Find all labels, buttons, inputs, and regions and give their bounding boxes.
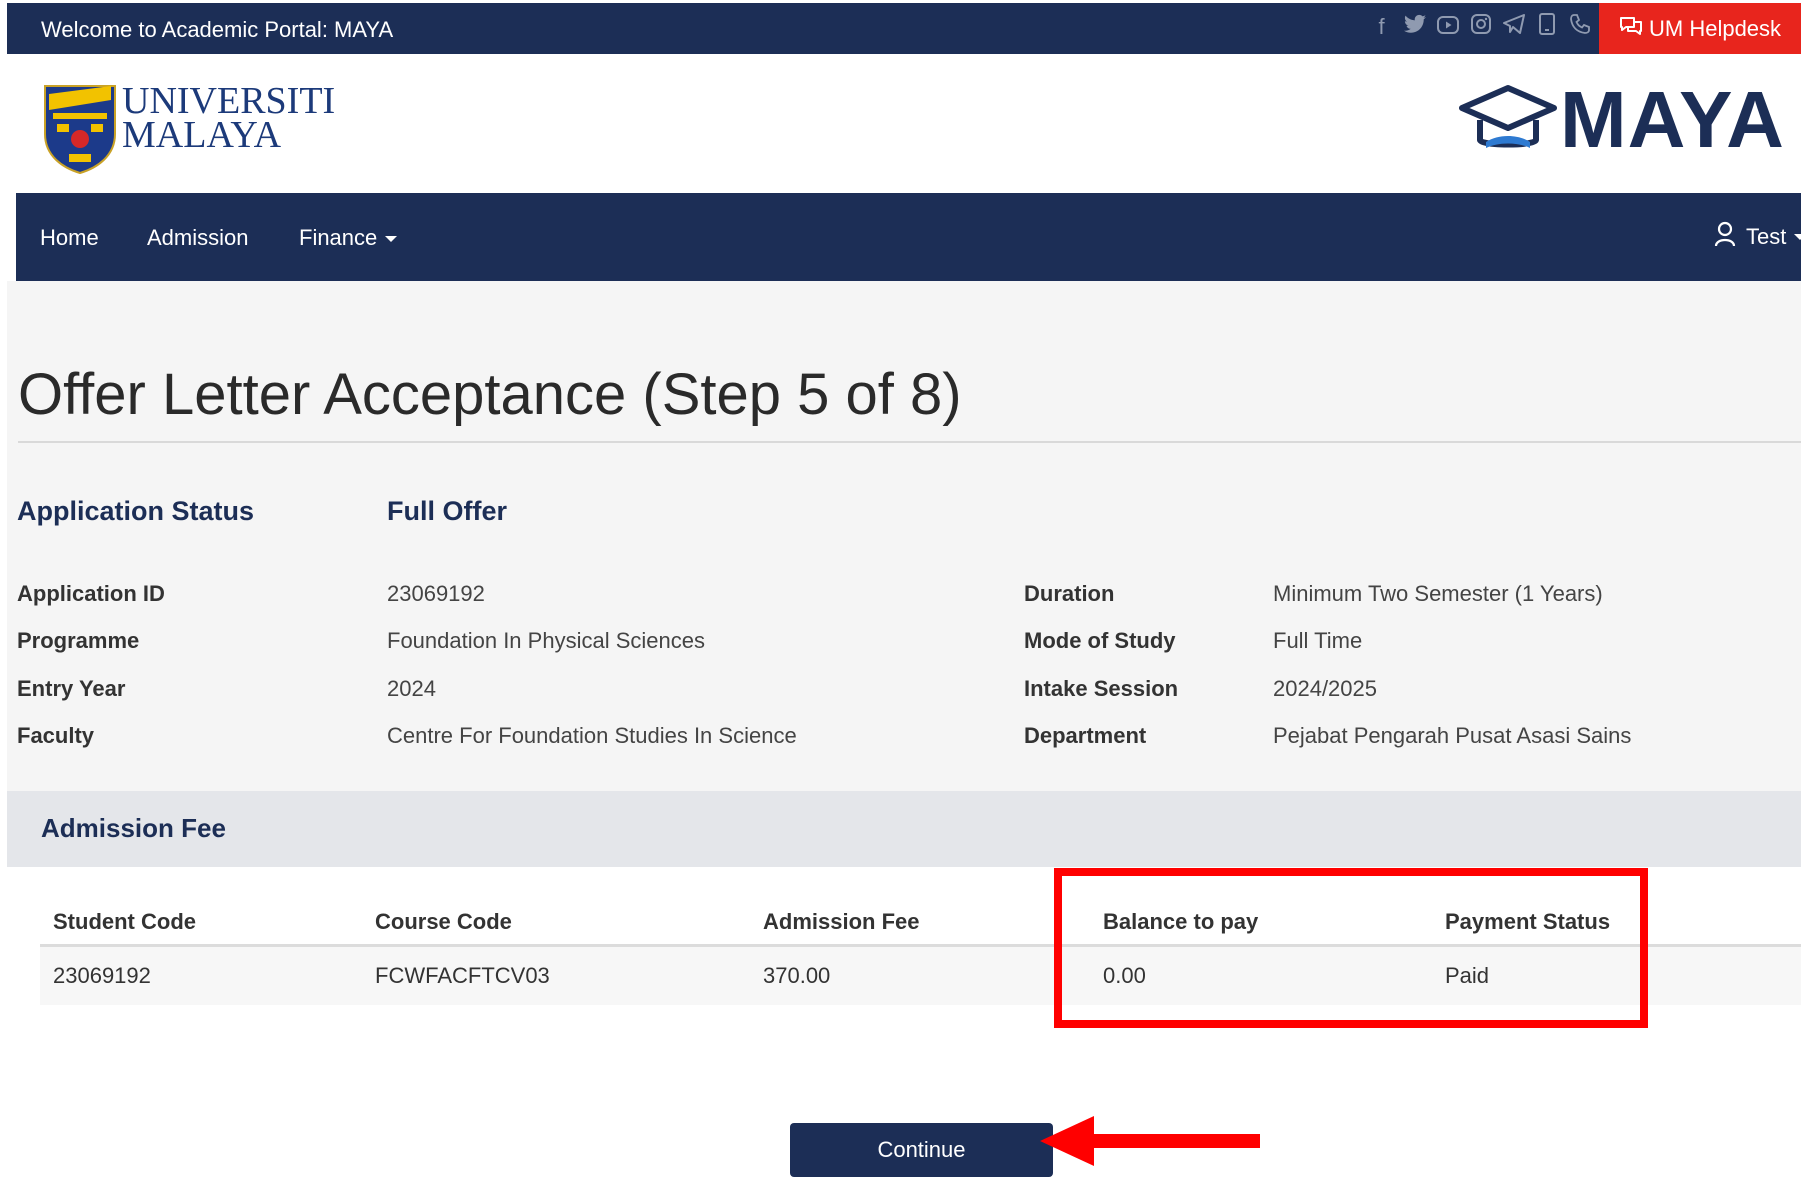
admission-fee-header: Admission Fee <box>7 791 1801 867</box>
info-value: Minimum Two Semester (1 Years) <box>1273 581 1603 606</box>
info-label: Duration <box>1024 581 1115 606</box>
portal-logo-text: MAYA <box>1560 75 1785 164</box>
title-divider <box>18 441 1801 443</box>
cell-student-code: 23069192 <box>53 963 151 988</box>
application-status-label: Application Status <box>17 496 255 526</box>
column-header-course-code: Course Code <box>375 909 512 934</box>
youtube-icon[interactable] <box>1435 13 1460 41</box>
site-header: UNIVERSITI MALAYA MAYA <box>0 54 1801 193</box>
mobile-icon[interactable] <box>1534 13 1559 41</box>
column-header-student-code: Student Code <box>53 909 196 934</box>
user-icon <box>1714 221 1736 253</box>
user-menu[interactable]: Test <box>1714 221 1801 253</box>
instagram-icon[interactable] <box>1468 13 1493 41</box>
info-label: Programme <box>17 628 140 653</box>
university-name-line2: MALAYA <box>122 114 282 156</box>
info-value: 23069192 <box>387 581 485 606</box>
column-header-balance: Balance to pay <box>1103 909 1259 934</box>
nav-finance-label: Finance <box>299 225 378 250</box>
university-name: UNIVERSITI MALAYA <box>122 80 336 156</box>
nav-finance[interactable]: Finance <box>299 225 398 251</box>
page-title: Offer Letter Acceptance (Step 5 of 8) <box>18 362 962 427</box>
cell-admission-fee: 370.00 <box>763 963 831 988</box>
info-label: Department <box>1024 723 1147 748</box>
welcome-text: Welcome to Academic Portal: MAYA <box>41 17 394 42</box>
info-label: Intake Session <box>1024 676 1179 701</box>
info-value: Centre For Foundation Studies In Science <box>387 723 797 748</box>
info-value: Full Time <box>1273 628 1363 653</box>
info-label: Mode of Study <box>1024 628 1176 653</box>
helpdesk-button[interactable]: UM Helpdesk <box>1599 3 1801 54</box>
top-bar: Welcome to Academic Portal: MAYA f UM He… <box>7 3 1801 54</box>
cell-course-code: FCWFACFTCV03 <box>375 963 550 988</box>
telegram-icon[interactable] <box>1501 13 1526 41</box>
chat-icon <box>1619 3 1643 54</box>
graduation-cap-icon <box>1459 85 1557 148</box>
cell-payment-status: Paid <box>1445 963 1490 988</box>
nav-home[interactable]: Home <box>40 225 99 251</box>
continue-button[interactable]: Continue <box>790 1123 1053 1177</box>
helpdesk-label: UM Helpdesk <box>1649 16 1782 41</box>
info-value: Pejabat Pengarah Pusat Asasi Sains <box>1273 723 1632 748</box>
admission-fee-title: Admission Fee <box>41 813 226 843</box>
column-header-admission-fee: Admission Fee <box>763 909 920 934</box>
university-crest-logo[interactable] <box>43 84 117 174</box>
twitter-icon[interactable] <box>1402 13 1427 41</box>
table-row <box>40 947 1801 1005</box>
social-links: f <box>1369 13 1592 41</box>
info-label: Application ID <box>17 581 165 606</box>
info-label: Entry Year <box>17 676 126 701</box>
user-name: Test <box>1746 224 1787 249</box>
arrow-left-icon <box>1040 1116 1260 1166</box>
info-label: Faculty <box>17 723 95 748</box>
chevron-down-icon <box>1794 234 1801 240</box>
column-header-payment-status: Payment Status <box>1445 909 1611 934</box>
nav-admission[interactable]: Admission <box>147 225 248 251</box>
info-value: 2024 <box>387 676 436 701</box>
phone-icon[interactable] <box>1567 13 1592 41</box>
cell-balance: 0.00 <box>1103 963 1146 988</box>
application-status-value: Full Offer <box>387 496 507 526</box>
main-content: Offer Letter Acceptance (Step 5 of 8) Ap… <box>7 281 1801 1190</box>
info-value: 2024/2025 <box>1273 676 1377 701</box>
facebook-icon[interactable]: f <box>1369 13 1394 41</box>
main-nav: Home Admission Finance Test <box>16 193 1801 281</box>
chevron-down-icon <box>385 236 398 243</box>
info-value: Foundation In Physical Sciences <box>387 628 705 653</box>
university-name-line1: UNIVERSITI <box>122 80 336 122</box>
